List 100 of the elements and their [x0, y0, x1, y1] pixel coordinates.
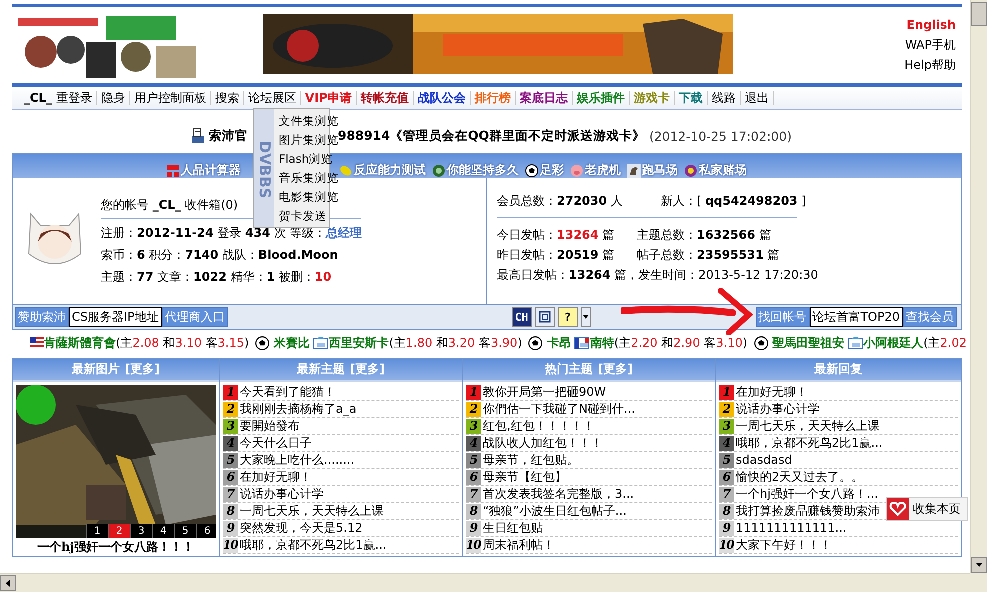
nav-link[interactable]: 下载: [674, 91, 708, 105]
menu-item[interactable]: Flash浏览: [279, 150, 339, 169]
topic-link[interactable]: 大家晚上吃什么........: [240, 452, 355, 468]
toolbar-button[interactable]: 论坛首富TOP20: [810, 307, 903, 327]
language-button[interactable]: CH: [512, 307, 532, 327]
menu-item[interactable]: 贺卡发送: [279, 207, 339, 226]
bookmark-button[interactable]: 收集本页: [886, 497, 968, 521]
header-link[interactable]: Help帮助: [904, 58, 956, 72]
rank-badge: 4: [223, 436, 238, 450]
nav-link[interactable]: _CL_ 重登录: [20, 91, 98, 105]
topic-link[interactable]: sdasdasd: [736, 453, 792, 467]
topic-link[interactable]: 首次发表我签名完整版，3...: [483, 486, 634, 502]
topic-link[interactable]: 周末福利帖！: [483, 536, 555, 554]
rank-link[interactable]: 总经理: [326, 226, 362, 240]
league-icon: [313, 336, 330, 350]
scroll-left-button[interactable]: [0, 575, 16, 591]
vertical-scrollbar[interactable]: [970, 0, 987, 573]
topic-link[interactable]: 愉快的2天又过去了。。: [736, 468, 864, 486]
topic-link[interactable]: 突然发现，今天是5.12: [240, 520, 363, 536]
odds-text: (主1.80 和3.20 客3.90): [389, 334, 522, 352]
frame-button[interactable]: [534, 307, 555, 327]
topic-link[interactable]: 今天什么日子: [240, 434, 312, 452]
announcement-icon: [190, 128, 206, 144]
team-link[interactable]: 聖馬田聖祖安: [772, 334, 845, 352]
topic-link[interactable]: 你們估一下我碰了N碰到什...: [483, 400, 636, 418]
announcement-text: 索沛官: [209, 128, 248, 144]
odds-text: (主2.20 和2.90 客3.10): [614, 334, 748, 352]
nav-link[interactable]: VIP申请: [301, 91, 357, 105]
topic-link[interactable]: 教你开局第一把砸90W: [483, 384, 606, 400]
topic-link[interactable]: 1111111111111...: [736, 521, 847, 535]
topic-link[interactable]: 一个hj强奸一个女八路！...: [736, 486, 878, 502]
topic-link[interactable]: 哦耶，京都不死鸟2比1赢...: [736, 434, 883, 452]
topic-link[interactable]: 说话办事心计学: [240, 486, 324, 502]
topic-link[interactable]: 在加好无聊！: [736, 384, 808, 400]
help-button[interactable]: ?: [558, 307, 578, 327]
nav-link[interactable]: 用户控制面板: [130, 91, 212, 105]
menu-item[interactable]: 文件集浏览: [279, 112, 339, 131]
team-link[interactable]: 肯薩斯體育會: [44, 334, 116, 352]
team-link[interactable]: 西里安斯卡: [329, 334, 390, 352]
topic-link[interactable]: 红包,红包！！！！！: [483, 418, 595, 434]
team-link[interactable]: 米賽比: [274, 334, 310, 352]
rank-badge: 4: [466, 436, 481, 450]
scrollbar-corner: [970, 573, 987, 592]
topic-link[interactable]: 在加好无聊！: [240, 468, 312, 486]
rank-badge: 2: [466, 402, 481, 416]
header-link[interactable]: English: [906, 18, 956, 32]
nav-link[interactable]: 论坛展区: [244, 91, 302, 105]
topic-link[interactable]: 母亲节【红包】: [483, 468, 567, 486]
scroll-thumb[interactable]: [971, 2, 987, 26]
soccer-ball-icon: [255, 336, 270, 350]
topic-link[interactable]: 大家下午好！！！: [736, 536, 832, 554]
topic-link[interactable]: 生日红包贴: [483, 520, 543, 536]
toolbar-button[interactable]: CS服务器IP地址: [69, 307, 162, 327]
caret-icon: [582, 315, 589, 319]
topic-link[interactable]: 我刚刚去摘杨梅了a_a: [240, 400, 357, 418]
header-link[interactable]: WAP手机: [905, 38, 956, 52]
team-link[interactable]: 卡昂: [547, 334, 572, 352]
rank-badge: 1: [466, 384, 481, 400]
horizontal-scrollbar[interactable]: [0, 573, 970, 592]
topic-link[interactable]: 今天看到了能猫！: [240, 384, 336, 400]
menu-item[interactable]: 图片集浏览: [279, 131, 339, 150]
topic-link[interactable]: 我打算捡废品赚钱赞助索沛: [736, 502, 880, 520]
menu-item[interactable]: 音乐集浏览: [279, 169, 339, 188]
announcement-text[interactable]: 988914《管理员会在QQ群里面不定时派送游戏卡》: [338, 128, 646, 144]
stat-text: 会员总数：272030 人: [497, 193, 623, 210]
announcement-time: (2012-10-25 17:02:00): [649, 128, 792, 144]
stat-text: 昨日发帖：20519 篇: [497, 247, 616, 264]
rank-badge: 2: [719, 402, 734, 416]
topic-link[interactable]: 战队收人加红包！！！: [483, 434, 603, 452]
stat-text: 帖子总数：23595531 篇: [637, 247, 781, 264]
topic-link[interactable]: 母亲节，红包贴。: [483, 452, 579, 468]
rank-badge: 3: [223, 418, 238, 434]
nav-link[interactable]: 线路: [708, 91, 741, 105]
stat-text: 最高日发帖：13264 篇，发生时间：2013-5-12 17:20:30: [497, 267, 818, 284]
topic-link[interactable]: 要開始發布: [240, 418, 300, 434]
dropdown-button[interactable]: [580, 307, 591, 327]
topic-link[interactable]: 一周七天乐，天天特么上课: [736, 418, 880, 434]
nav-link[interactable]: 战队公会: [414, 91, 471, 105]
rank-badge: 7: [223, 486, 238, 502]
topic-link[interactable]: “独狼”小波生日红包帖子...: [483, 502, 627, 520]
topic-link[interactable]: 说话办事心计学: [736, 400, 820, 418]
topic-link[interactable]: 哦耶，京都不死鸟2比1赢...: [240, 536, 387, 554]
nav-link[interactable]: 退出: [740, 91, 774, 105]
nav-link[interactable]: 搜索: [211, 91, 244, 105]
nav-link[interactable]: 娱乐插件: [572, 91, 630, 105]
nav-link[interactable]: 隐身: [97, 91, 130, 105]
nav-link[interactable]: 案底日志: [516, 91, 573, 105]
scroll-down-button[interactable]: [971, 557, 987, 573]
rank-badge: 10: [719, 538, 734, 552]
nav-link[interactable]: 转帐充值: [356, 91, 414, 105]
menu-item[interactable]: 电影集浏览: [279, 188, 339, 207]
flag-icon: [30, 337, 44, 349]
team-link[interactable]: 南特: [590, 334, 614, 352]
page-tab[interactable]: 2: [108, 524, 130, 538]
picture-caption[interactable]: 一个hj强奸一个女八路！！！: [16, 538, 216, 556]
team-link[interactable]: 小阿根廷人: [864, 334, 924, 352]
rank-badge: 7: [719, 486, 734, 502]
rank-badge: 8: [466, 504, 481, 518]
topic-link[interactable]: 一周七天乐，天天特么上课: [240, 502, 384, 520]
stat-text: 新人：[ qq542498203 ]: [660, 193, 806, 210]
